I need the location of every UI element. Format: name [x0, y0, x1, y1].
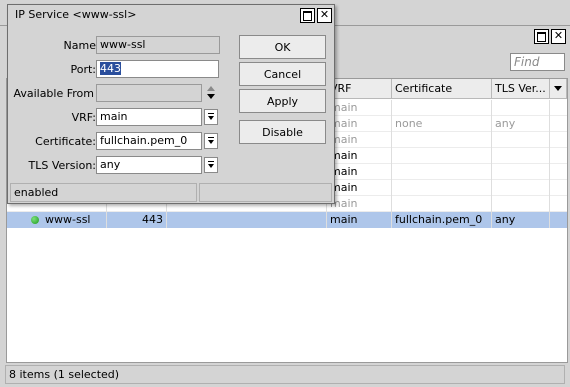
cell-vrf: main	[327, 132, 392, 148]
apply-button[interactable]: Apply	[239, 89, 326, 113]
ip-service-dialog: IP Service <www-ssl> ✕ Name www-ssl Port…	[7, 4, 335, 204]
port-value: 443	[100, 62, 121, 75]
certificate-dropdown-icon[interactable]	[204, 133, 218, 149]
close-icon[interactable]: ✕	[317, 8, 332, 23]
certificate-label: Certificate:	[35, 135, 96, 148]
enabled-status-icon	[31, 216, 39, 224]
cell-certificate	[392, 164, 492, 180]
table-row-selected[interactable]: www-ssl 443 main fullchain.pem_0 any	[7, 212, 567, 228]
cell-vrf: main	[327, 164, 392, 180]
cell-vrf: main	[327, 100, 392, 116]
vrf-dropdown-icon[interactable]	[204, 109, 218, 125]
cell-tls-version	[492, 132, 550, 148]
certificate-select[interactable]: fullchain.pem_0	[96, 132, 202, 150]
cell-tls-version	[492, 196, 550, 212]
cell-available-from	[167, 212, 327, 228]
maximize-icon[interactable]	[300, 8, 315, 23]
cell-port: 443	[107, 212, 167, 228]
tls-version-dropdown-icon[interactable]	[204, 157, 218, 173]
cell-certificate	[392, 196, 492, 212]
cell-vrf: main	[327, 196, 392, 212]
available-from-toggle[interactable]	[206, 85, 218, 103]
cell-vrf: main	[327, 116, 392, 132]
vrf-select[interactable]: main	[96, 108, 202, 126]
tls-version-select[interactable]: any	[96, 156, 202, 174]
cell-tls-version	[492, 148, 550, 164]
available-from-label: Available From	[13, 87, 94, 100]
dialog-status-text: enabled	[10, 183, 197, 202]
name-label: Name	[63, 39, 96, 52]
ok-button[interactable]: OK	[239, 35, 326, 59]
column-chooser-button[interactable]	[550, 79, 567, 99]
port-label: Port:	[70, 63, 96, 76]
cell-name: www-ssl	[42, 212, 107, 228]
close-icon[interactable]: ✕	[551, 29, 566, 44]
cell-tls-version	[492, 100, 550, 116]
cell-vrf: main	[327, 148, 392, 164]
cell-tls-version: any	[492, 212, 550, 228]
arrow-down-icon	[207, 94, 215, 99]
cancel-button[interactable]: Cancel	[239, 62, 326, 86]
list-status-bar: 8 items (1 selected)	[5, 365, 565, 384]
cell-tls-version: any	[492, 116, 550, 132]
maximize-icon[interactable]	[534, 29, 549, 44]
column-header-tls-version[interactable]: TLS Ver...	[492, 79, 550, 99]
available-from-field[interactable]	[96, 84, 202, 102]
dialog-titlebar[interactable]: IP Service <www-ssl> ✕	[8, 5, 334, 26]
name-field: www-ssl	[96, 36, 220, 54]
tls-version-label: TLS Version:	[28, 159, 96, 172]
port-input[interactable]: 443	[96, 60, 219, 78]
cell-tls-version	[492, 180, 550, 196]
chevron-down-icon	[554, 86, 562, 91]
vrf-label: VRF:	[71, 111, 96, 124]
cell-certificate	[392, 132, 492, 148]
column-header-vrf[interactable]: VRF	[327, 79, 392, 99]
cell-tls-version	[492, 164, 550, 180]
cell-certificate	[392, 148, 492, 164]
cell-vrf: main	[327, 180, 392, 196]
arrow-up-icon	[207, 86, 215, 91]
dialog-status-panel	[199, 183, 332, 202]
cell-vrf: main	[327, 212, 392, 228]
column-header-certificate[interactable]: Certificate	[392, 79, 492, 99]
dialog-title: IP Service <www-ssl>	[15, 8, 137, 21]
cell-certificate	[392, 180, 492, 196]
cell-certificate: fullchain.pem_0	[392, 212, 492, 228]
disable-button[interactable]: Disable	[239, 120, 326, 144]
find-input[interactable]: Find	[510, 53, 565, 71]
cell-certificate: none	[392, 116, 492, 132]
cell-certificate	[392, 100, 492, 116]
